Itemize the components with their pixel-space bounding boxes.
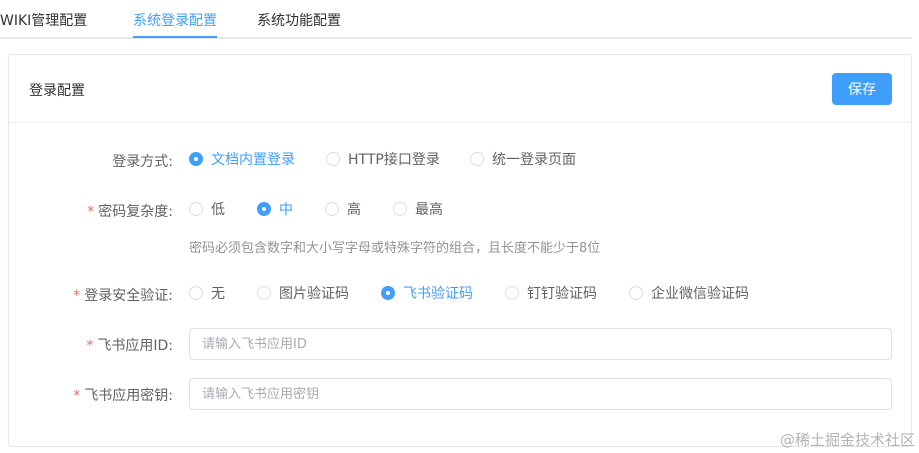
- radio-verify-dingtalk[interactable]: 钉钉验证码: [505, 283, 597, 303]
- login-config-card: 登录配置 保存 登录方式: 文档内置登录 HTTP接口登录 统一登录页面 * 密码…: [8, 54, 912, 447]
- radio-complexity-highest[interactable]: 最高: [393, 199, 443, 219]
- feishu-app-secret-label: * 飞书应用密钥:: [73, 388, 173, 404]
- radio-verify-feishu[interactable]: 飞书验证码: [381, 283, 473, 303]
- radio-verify-wecom[interactable]: 企业微信验证码: [629, 283, 749, 303]
- radio-checked-icon: [189, 152, 203, 166]
- feishu-app-id-input[interactable]: [189, 328, 892, 360]
- password-complexity-hint: 密码必须包含数字和大小写字母或特殊字符的组合，且长度不能少于8位: [189, 241, 601, 256]
- radio-unchecked-icon: [326, 152, 340, 166]
- radio-unchecked-icon: [189, 286, 203, 300]
- config-tabs: WIKI管理配置 系统登录配置 系统功能配置: [0, 0, 912, 39]
- radio-unchecked-icon: [393, 202, 407, 216]
- tab-system-function[interactable]: 系统功能配置: [257, 10, 341, 30]
- active-tab-indicator: [133, 36, 217, 38]
- feishu-app-secret-input[interactable]: [189, 378, 892, 410]
- radio-login-http[interactable]: HTTP接口登录: [326, 149, 440, 169]
- radio-login-builtin[interactable]: 文档内置登录: [189, 149, 295, 169]
- feishu-app-id-label: * 飞书应用ID:: [86, 338, 173, 354]
- required-mark: *: [87, 204, 95, 220]
- required-mark: *: [86, 338, 94, 354]
- radio-checked-icon: [257, 202, 271, 216]
- save-button[interactable]: 保存: [832, 73, 892, 105]
- radio-complexity-high[interactable]: 高: [325, 199, 361, 219]
- juejin-watermark: @稀土掘金技术社区: [779, 431, 915, 449]
- card-header: 登录配置 保存: [9, 55, 911, 123]
- tab-system-login[interactable]: 系统登录配置: [133, 10, 217, 30]
- radio-checked-icon: [381, 286, 395, 300]
- radio-unchecked-icon: [505, 286, 519, 300]
- radio-login-unified[interactable]: 统一登录页面: [470, 149, 576, 169]
- card-title: 登录配置: [29, 83, 85, 99]
- radio-complexity-low[interactable]: 低: [189, 199, 225, 219]
- required-mark: *: [73, 288, 81, 304]
- radio-verify-none[interactable]: 无: [189, 283, 225, 303]
- radio-unchecked-icon: [629, 286, 643, 300]
- required-mark: *: [73, 388, 81, 404]
- tab-wiki-management[interactable]: WIKI管理配置: [0, 10, 87, 30]
- login-method-label: 登录方式:: [112, 154, 173, 170]
- password-complexity-label: * 密码复杂度:: [87, 204, 173, 220]
- radio-unchecked-icon: [189, 202, 203, 216]
- login-verification-label: * 登录安全验证:: [73, 288, 173, 304]
- radio-verify-image[interactable]: 图片验证码: [257, 283, 349, 303]
- radio-unchecked-icon: [470, 152, 484, 166]
- radio-unchecked-icon: [257, 286, 271, 300]
- radio-unchecked-icon: [325, 202, 339, 216]
- radio-complexity-medium[interactable]: 中: [257, 199, 293, 219]
